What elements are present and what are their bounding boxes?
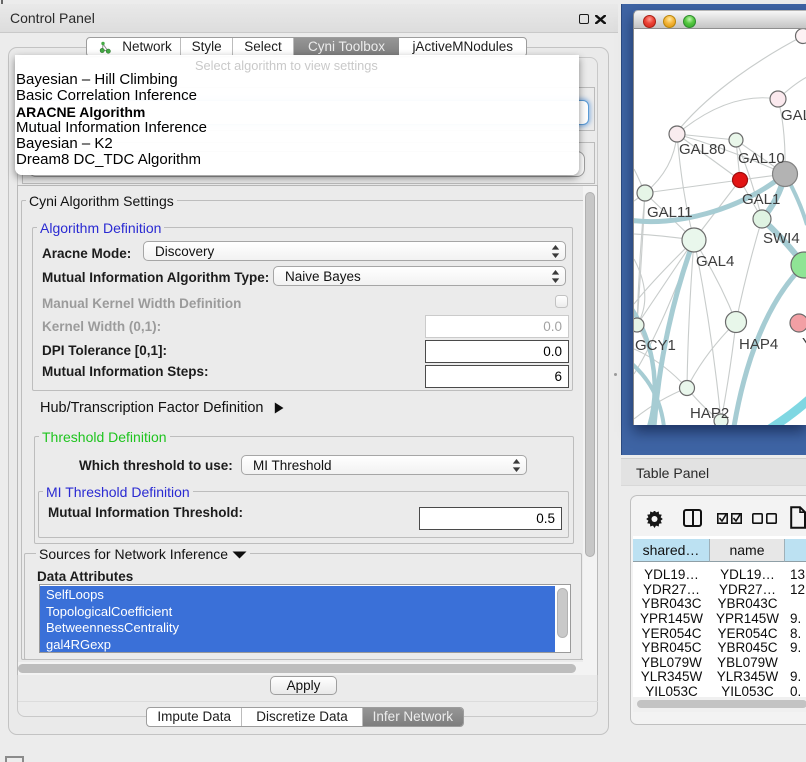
svg-text:GAL4: GAL4 [696,253,734,270]
svg-text:GCY1: GCY1 [635,337,676,354]
svg-text:GAL11: GAL11 [647,204,693,221]
svg-text:Y: Y [802,335,806,352]
svg-text:HAP4: HAP4 [739,336,778,353]
svg-text:GAL1: GAL1 [742,191,780,208]
svg-text:GAL80: GAL80 [679,141,726,158]
svg-text:GAL10: GAL10 [738,150,785,167]
svg-text:GAL: GAL [781,107,806,124]
svg-text:SWI4: SWI4 [763,230,800,247]
svg-text:HAP2: HAP2 [690,405,729,422]
